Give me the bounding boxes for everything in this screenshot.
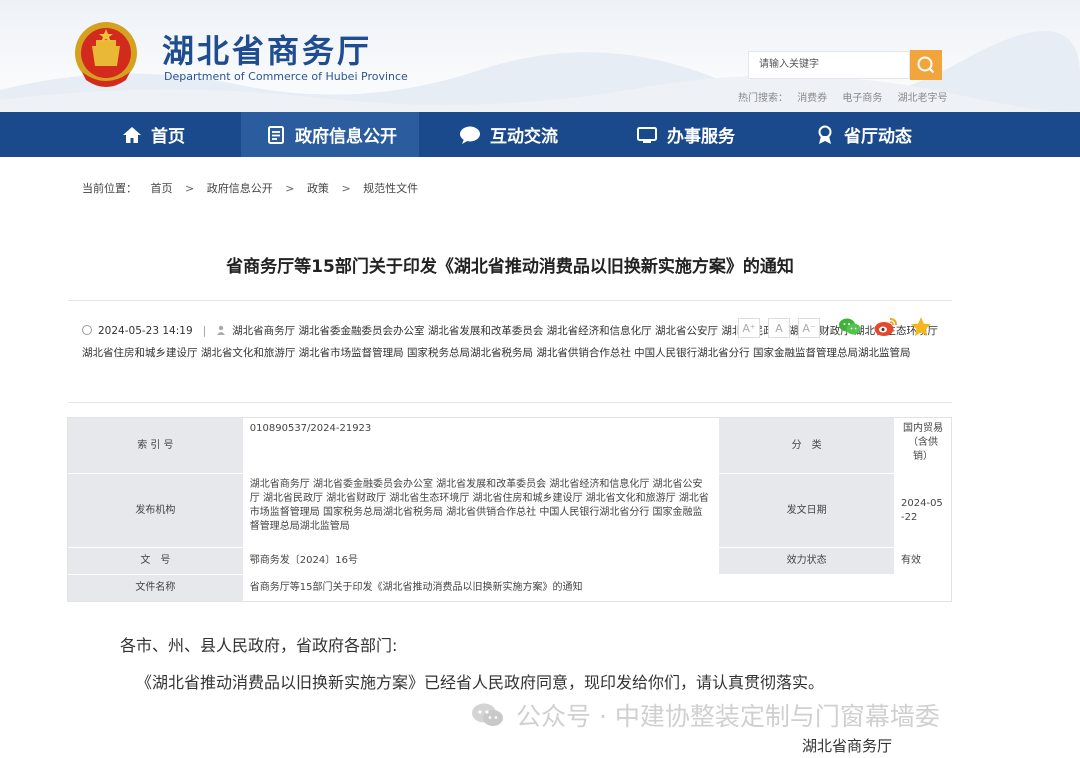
main-nav: 首页 政府信息公开 互动交流 办事服务 省厅动态: [0, 112, 1080, 157]
meta-divider: [68, 402, 952, 403]
body-paragraph: 《湖北省推动消费品以旧换新实施方案》已经省人民政府同意，现印发给你们，请认真贯彻…: [136, 673, 825, 692]
nav-item-label: 政府信息公开: [295, 127, 397, 147]
file-name-value: 省商务厅等15部门关于印发《湖北省推动消费品以旧换新实施方案》的通知: [242, 574, 953, 602]
home-icon: [123, 126, 141, 143]
nav-item-interaction[interactable]: 互动交流: [459, 112, 558, 157]
salutation: 各市、州、县人民政府，省政府各部门:: [120, 636, 398, 655]
hot-search-term[interactable]: 湖北老字号: [898, 93, 948, 104]
font-increase-button[interactable]: A⁺: [738, 318, 760, 338]
table-row: 索 引 号 010890537/2024-21923 分 类 国内贸易（含供销）: [67, 417, 952, 474]
breadcrumb-item[interactable]: 政策: [307, 182, 329, 195]
document-info-table: 索 引 号 010890537/2024-21923 分 类 国内贸易（含供销）…: [67, 417, 953, 602]
hot-search-label: 热门搜索：: [738, 93, 788, 104]
weibo-icon[interactable]: [873, 316, 899, 338]
hot-search: 热门搜索： 消费券 电子商务 湖北老字号: [738, 89, 960, 104]
person-icon: [217, 325, 226, 335]
validity-status-label: 效力状态: [718, 547, 896, 575]
document-number-value: 鄂商务发〔2024〕16号: [242, 547, 720, 575]
wechat-icon[interactable]: [838, 316, 862, 338]
search-button[interactable]: [910, 50, 942, 80]
font-decrease-button[interactable]: A⁻: [798, 318, 820, 338]
category-label: 分 类: [718, 417, 896, 474]
wechat-watermark-icon: [472, 703, 503, 726]
watermark-text: 公众号 · 中建协整装定制与门窗幕墙委: [516, 702, 940, 731]
issuer-value: 湖北省商务厅 湖北省委金融委员会办公室 湖北省发展和改革委员会 湖北省经济和信息…: [242, 473, 720, 548]
issue-date-label: 发文日期: [718, 473, 896, 548]
title-divider: [68, 300, 952, 301]
breadcrumb-label: 当前位置：: [82, 182, 137, 195]
nav-item-label: 省厅动态: [844, 127, 912, 147]
national-emblem-icon: [75, 22, 137, 87]
table-row: 发布机构 湖北省商务厅 湖北省委金融委员会办公室 湖北省发展和改革委员会 湖北省…: [67, 473, 952, 548]
breadcrumb-item[interactable]: 规范性文件: [363, 182, 418, 195]
nav-item-gov-info[interactable]: 政府信息公开: [266, 112, 397, 157]
index-number-value: 010890537/2024-21923: [242, 417, 720, 474]
meta-separator: |: [202, 325, 207, 337]
file-name-label: 文件名称: [67, 574, 244, 602]
monitor-icon: [637, 126, 657, 143]
breadcrumb-separator: >: [341, 182, 351, 195]
breadcrumb-separator: >: [185, 182, 195, 195]
font-default-button[interactable]: A: [768, 318, 790, 338]
search-icon: [917, 56, 935, 74]
site-header: 湖北省商务厅 Department of Commerce of Hubei P…: [0, 0, 1080, 112]
nav-item-label: 办事服务: [667, 127, 735, 147]
breadcrumb-item[interactable]: 首页: [151, 182, 173, 195]
nav-item-services[interactable]: 办事服务: [636, 112, 735, 157]
medal-icon: [818, 125, 832, 144]
signer: 湖北省商务厅: [802, 737, 893, 755]
index-number-label: 索 引 号: [67, 417, 244, 474]
nav-item-news[interactable]: 省厅动态: [815, 112, 912, 157]
article-title: 省商务厅等15部门关于印发《湖北省推动消费品以旧换新实施方案》的通知: [226, 257, 794, 277]
favorite-star-icon[interactable]: [910, 316, 932, 338]
table-row: 文 号 鄂商务发〔2024〕16号 效力状态 有效: [67, 547, 952, 575]
document-number-label: 文 号: [67, 547, 244, 575]
table-row: 文件名称 省商务厅等15部门关于印发《湖北省推动消费品以旧换新实施方案》的通知: [67, 574, 953, 602]
nav-item-label: 互动交流: [490, 127, 558, 147]
document-icon: [268, 125, 284, 144]
nav-item-home[interactable]: 首页: [122, 112, 185, 157]
issuer-label: 发布机构: [67, 473, 244, 548]
publish-datetime: 2024-05-23 14:19: [98, 325, 193, 337]
site-title[interactable]: 湖北省商务厅: [162, 26, 372, 72]
breadcrumb-separator: >: [285, 182, 295, 195]
nav-item-label: 首页: [151, 127, 185, 147]
validity-status-value: 有效: [894, 547, 952, 575]
watermark: 公众号 · 中建协整装定制与门窗幕墙委: [470, 697, 940, 733]
hot-search-term[interactable]: 消费券: [797, 93, 827, 104]
category-value: 国内贸易（含供销）: [894, 417, 952, 474]
breadcrumb-item[interactable]: 政府信息公开: [207, 182, 273, 195]
breadcrumb: 当前位置： 首页 > 政府信息公开 > 政策 > 规范性文件: [82, 180, 418, 196]
issue-date-value: 2024-05-22: [894, 473, 952, 548]
clock-icon: [82, 325, 92, 335]
chat-bubble-icon: [460, 126, 480, 144]
hot-search-term[interactable]: 电子商务: [842, 93, 882, 104]
site-subtitle-en: Department of Commerce of Hubei Province: [164, 70, 408, 83]
search-input[interactable]: 请输入关键字: [748, 51, 910, 79]
